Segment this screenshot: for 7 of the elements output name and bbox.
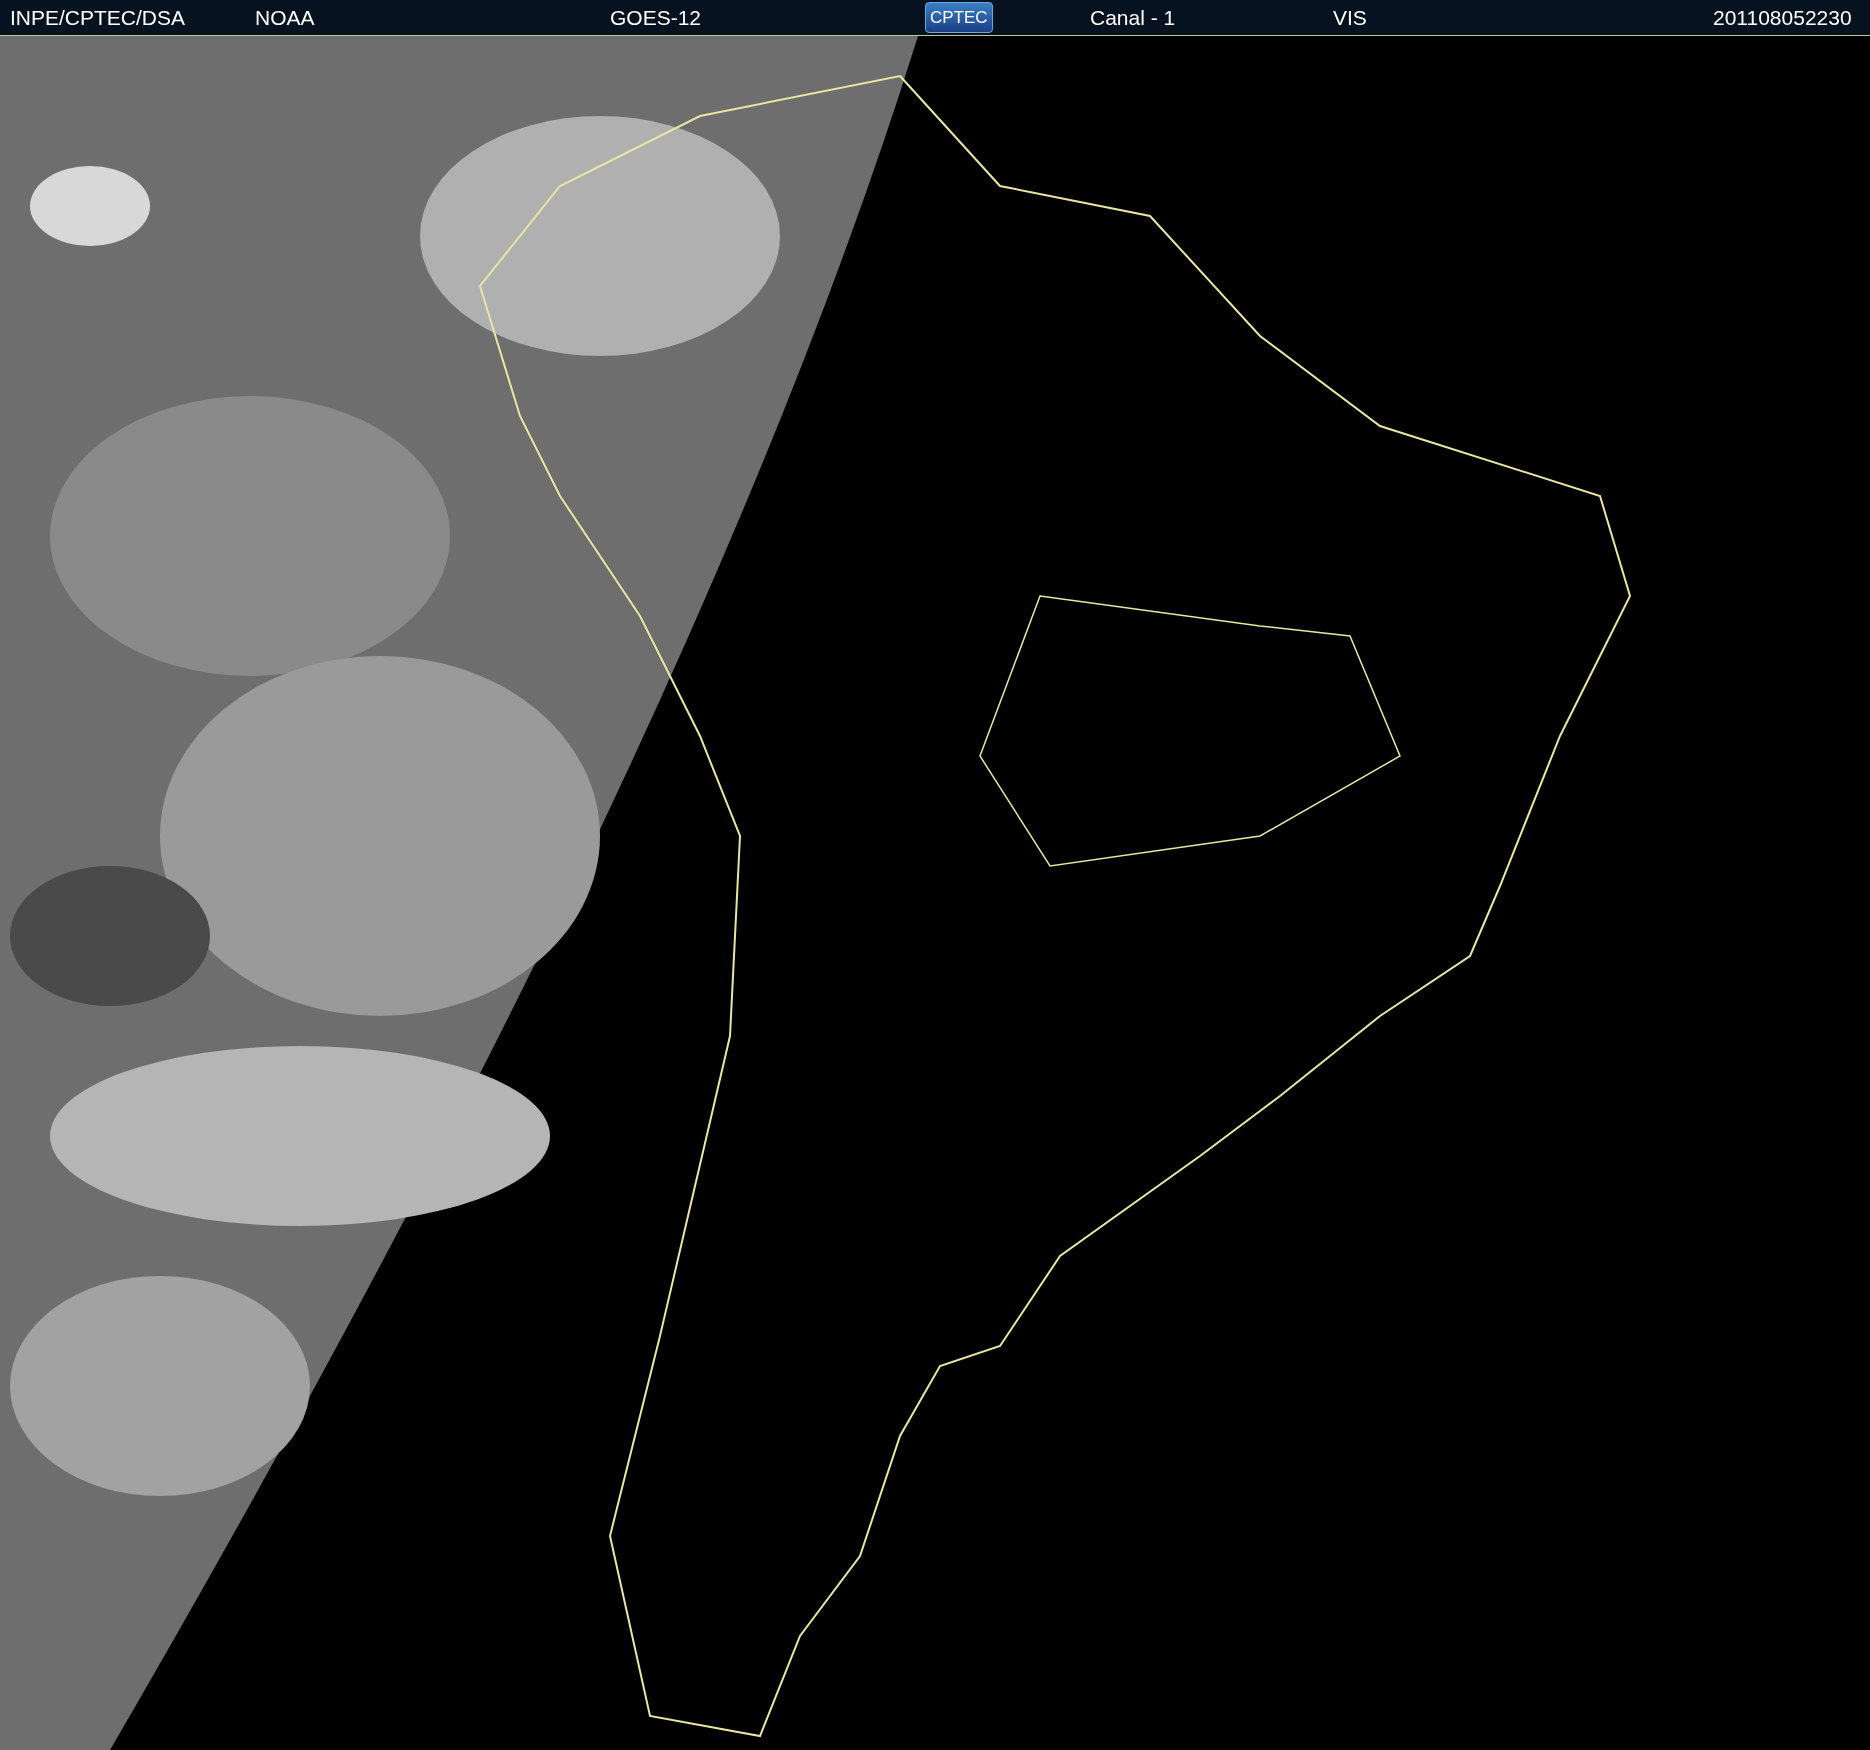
- header-label: GOES-12: [610, 7, 702, 28]
- header-label: INPE/CPTEC/DSA: [10, 7, 186, 28]
- header-label: NOAA: [255, 7, 315, 28]
- logo-badge: CPTEC: [925, 2, 993, 33]
- header-label: Canal - 1: [1090, 7, 1176, 28]
- header-label: VIS: [1333, 7, 1367, 28]
- timestamp-label: 201108052230: [1713, 7, 1852, 28]
